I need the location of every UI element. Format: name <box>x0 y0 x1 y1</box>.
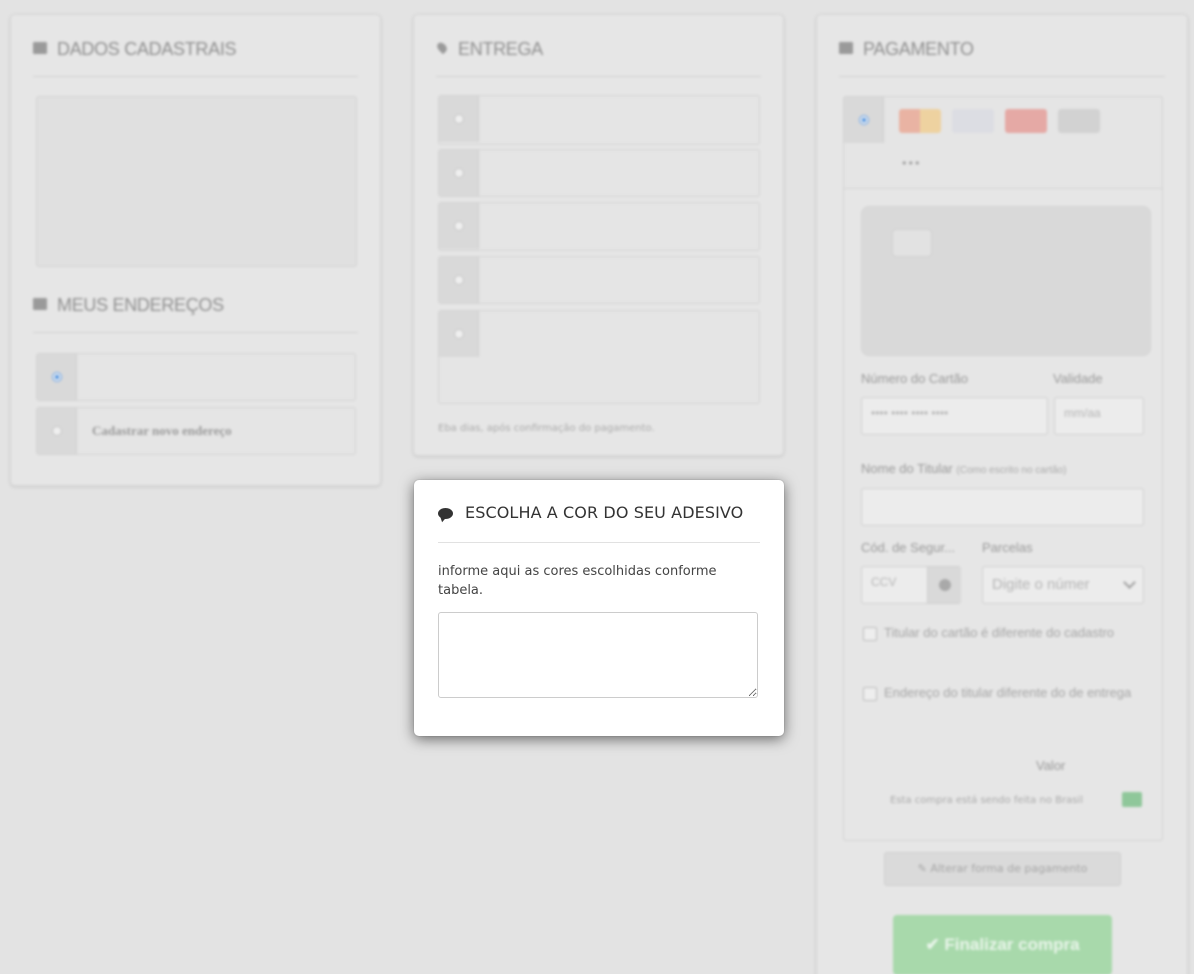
shipping-option[interactable] <box>438 149 760 197</box>
entrega-header: ENTREGA <box>435 39 761 77</box>
pagamento-header: PAGAMENTO <box>839 39 1165 77</box>
finish-purchase-button[interactable]: ✔ Finalizar compra <box>893 915 1112 974</box>
holder-label-row: Nome do Titular (Como escrito no cartão) <box>861 461 1066 476</box>
dados-cadastrais-header: DADOS CADASTRAIS <box>33 39 358 77</box>
pencil-icon: ✎ <box>917 862 931 875</box>
shipping-note: Eba dias, após confirmação do pagamento. <box>438 423 655 434</box>
meus-enderecos-title: MEUS ENDEREÇOS <box>57 295 224 315</box>
cvv-label: Cód. de Segur... <box>861 540 955 555</box>
modal-header: ESCOLHA A COR DO SEU ADESIVO <box>438 502 760 543</box>
card-preview <box>861 206 1151 356</box>
brazil-flag-icon <box>1122 792 1142 807</box>
holder-different-label: Titular do cartão é diferente do cadastr… <box>884 625 1115 640</box>
shipping-radio[interactable] <box>454 168 464 178</box>
modal-title: ESCOLHA A COR DO SEU ADESIVO <box>465 503 744 522</box>
shipping-radio[interactable] <box>454 329 464 339</box>
card-chip-icon <box>892 229 932 257</box>
holder-different-checkbox[interactable] <box>863 627 877 641</box>
installments-value: Digite o númer <box>992 576 1090 593</box>
comment-icon <box>438 508 453 519</box>
change-payment-label: Alterar forma de pagamento <box>930 862 1088 875</box>
brazil-note: Esta compra está sendo feita no Brasil <box>890 795 1083 806</box>
customer-info-box <box>36 96 357 267</box>
card-number-input[interactable]: •••• •••• •••• •••• <box>861 397 1048 435</box>
installments-select[interactable]: Digite o númer <box>982 566 1144 604</box>
shipping-option[interactable] <box>438 202 760 251</box>
address-different-label: Endereço do titular diferente do de entr… <box>884 685 1132 700</box>
modal-instructions: informe aqui as cores escolhidas conform… <box>438 564 717 598</box>
holder-hint: (Como escrito no cartão) <box>956 465 1067 476</box>
map-pin-icon <box>435 40 449 55</box>
holder-label: Nome do Titular <box>861 461 953 476</box>
more-brands-label[interactable]: ••• <box>901 157 920 170</box>
change-payment-button[interactable]: ✎ Alterar forma de pagamento <box>884 852 1121 886</box>
shipping-radio[interactable] <box>454 221 464 231</box>
cvv-help-icon[interactable] <box>927 567 961 603</box>
amex-icon <box>1005 109 1047 133</box>
installments-label: Parcelas <box>982 540 1033 555</box>
value-label: Valor <box>1036 758 1066 773</box>
entrega-panel: ENTREGA Eba dias, após confirmação do pa… <box>413 14 784 456</box>
shipping-radio[interactable] <box>454 114 464 124</box>
shipping-option[interactable] <box>438 95 760 145</box>
dados-cadastrais-title: DADOS CADASTRAIS <box>57 39 237 59</box>
list-icon <box>33 42 47 54</box>
new-address-radio[interactable] <box>52 426 62 436</box>
saved-address-option[interactable] <box>36 353 356 401</box>
diners-icon <box>1058 109 1100 133</box>
mastercard-icon <box>899 109 941 133</box>
sticker-colors-textarea[interactable] <box>438 612 758 698</box>
address-card-icon <box>33 298 47 310</box>
shipping-option[interactable] <box>438 256 760 304</box>
new-address-label: Cadastrar novo endereço <box>92 423 232 438</box>
money-icon <box>839 42 853 54</box>
pagamento-title: PAGAMENTO <box>863 39 974 59</box>
chevron-down-icon <box>1123 576 1136 589</box>
card-method-option[interactable]: ••• <box>843 96 1163 189</box>
meus-enderecos-header: MEUS ENDEREÇOS <box>33 295 358 333</box>
card-method-radio[interactable] <box>859 115 869 125</box>
validity-input[interactable]: mm/aa <box>1054 397 1144 435</box>
sticker-color-modal: ESCOLHA A COR DO SEU ADESIVO informe aqu… <box>414 480 784 736</box>
pagamento-panel: PAGAMENTO ••• Número do Cartão Validade … <box>816 14 1188 974</box>
dados-cadastrais-panel: DADOS CADASTRAIS MEUS ENDEREÇOS Cadastra… <box>10 14 381 486</box>
check-icon: ✔ <box>925 935 945 954</box>
address-radio-selected[interactable] <box>52 372 62 382</box>
shipping-option[interactable] <box>438 310 760 404</box>
new-address-option[interactable]: Cadastrar novo endereço <box>36 407 356 455</box>
card-number-label: Número do Cartão <box>861 371 968 386</box>
address-different-checkbox[interactable] <box>863 687 877 701</box>
entrega-title: ENTREGA <box>458 39 543 59</box>
shipping-radio[interactable] <box>454 275 464 285</box>
finish-purchase-label: Finalizar compra <box>944 935 1080 954</box>
holder-name-input[interactable] <box>861 488 1144 526</box>
validity-label: Validade <box>1053 371 1103 386</box>
visa-icon <box>952 109 994 133</box>
